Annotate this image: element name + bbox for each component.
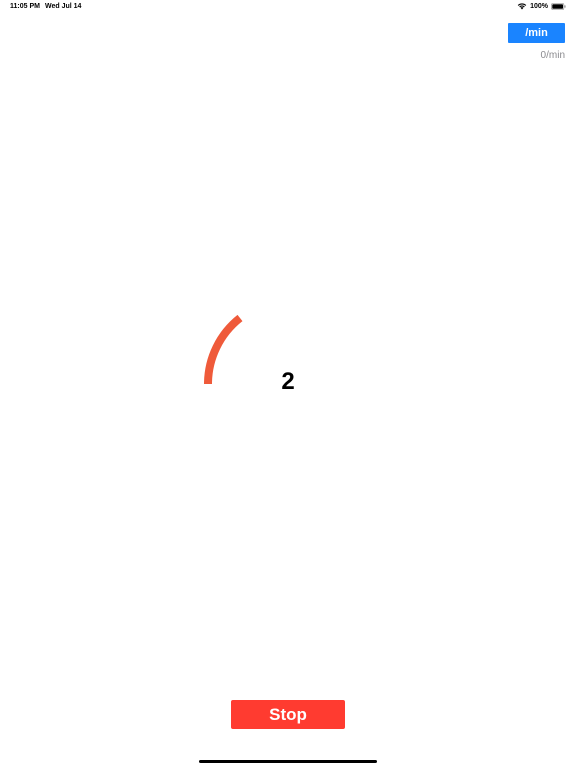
rate-button[interactable]: /min — [508, 23, 565, 43]
status-date: Wed Jul 14 — [45, 3, 82, 10]
stop-button[interactable]: Stop — [231, 700, 345, 729]
status-time: 11:05 PM — [10, 3, 40, 10]
wifi-icon — [517, 3, 527, 10]
status-bar: 11:05 PM Wed Jul 14 100% — [0, 0, 576, 14]
count-number: 2 — [281, 368, 295, 395]
timer-arc — [204, 314, 243, 385]
home-indicator[interactable] — [199, 760, 377, 763]
rate-readout: 0/min — [540, 50, 565, 61]
timer-progress-arc — [204, 314, 243, 385]
battery-percentage: 100% — [530, 2, 548, 10]
battery-icon — [551, 2, 566, 10]
status-indicators: 100% — [517, 2, 566, 10]
